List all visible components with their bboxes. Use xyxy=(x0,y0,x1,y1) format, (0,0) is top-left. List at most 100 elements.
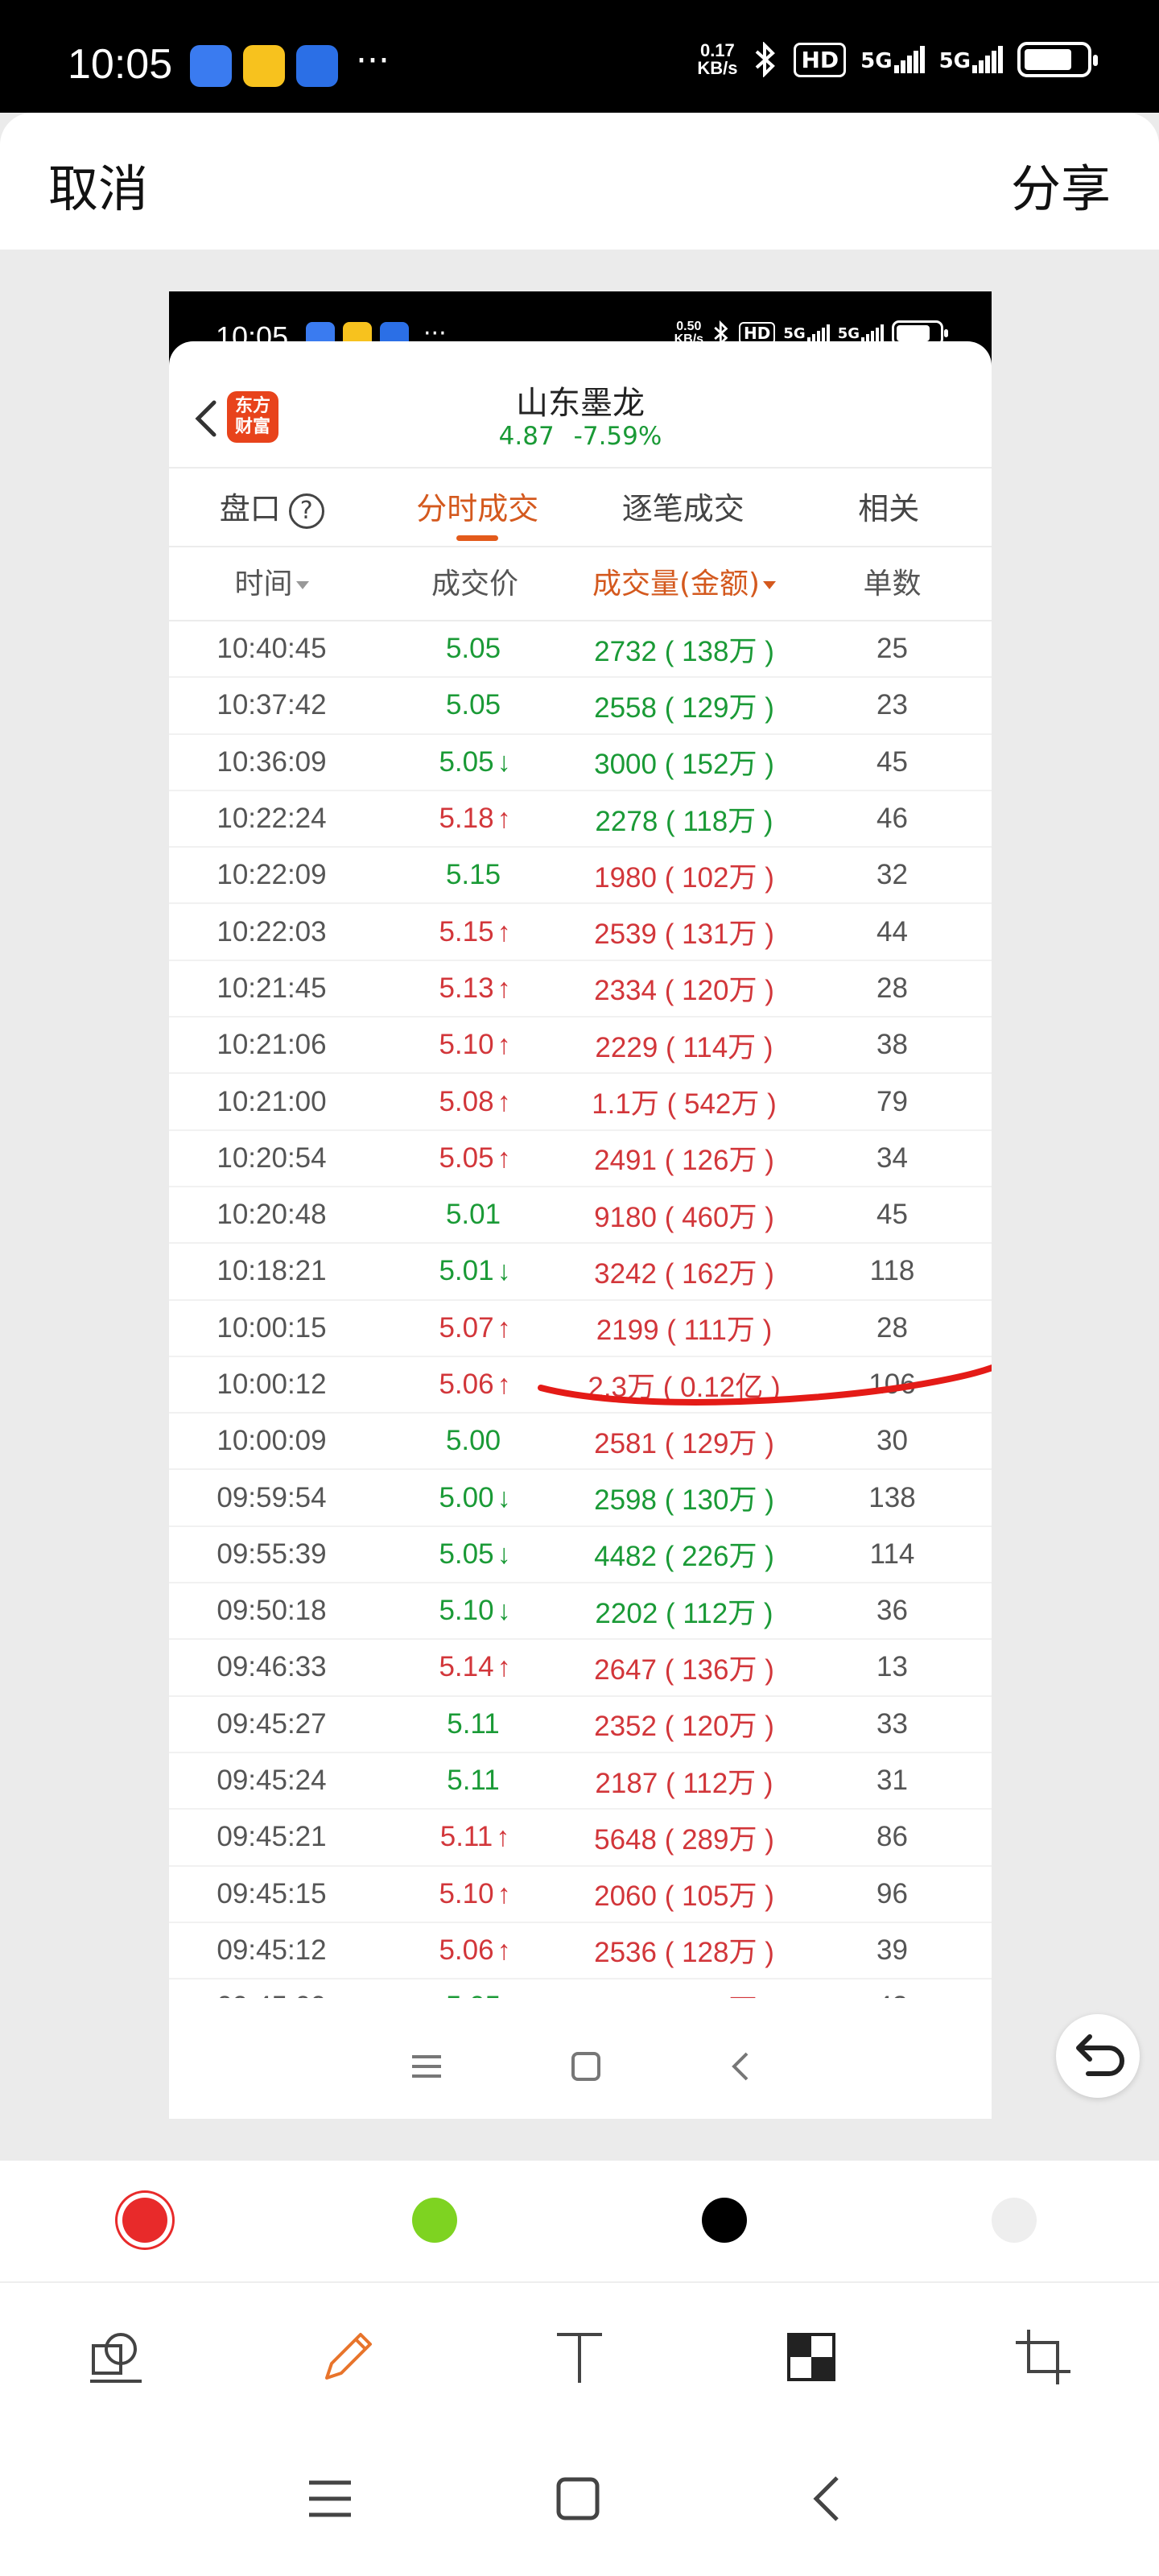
sort-caret-icon xyxy=(763,581,777,589)
table-row: 09:45:24 5.11 2187 ( 112万 ) 31 xyxy=(169,1753,992,1810)
trade-price: 5.10 ↑ xyxy=(439,1029,511,1061)
undo-icon xyxy=(1076,2034,1124,2076)
tab-pankou[interactable]: 盘口? xyxy=(169,469,375,546)
trade-time: 10:00:12 xyxy=(217,1368,327,1400)
trade-price: 5.15 xyxy=(445,859,501,891)
col-time[interactable]: 时间 xyxy=(169,547,374,620)
color-black-swatch[interactable] xyxy=(702,2198,747,2243)
trade-count: 28 xyxy=(876,1311,908,1344)
color-palette xyxy=(0,2161,1159,2283)
trade-count: 45 xyxy=(876,1199,908,1231)
tab-related[interactable]: 相关 xyxy=(786,469,992,546)
trade-volume: 2581 ( 129万 ) xyxy=(594,1427,774,1459)
trade-time: 10:40:45 xyxy=(217,633,327,665)
cancel-button[interactable]: 取消 xyxy=(48,148,148,221)
color-red-swatch[interactable] xyxy=(122,2198,167,2243)
status-right: 0.17 KB/s HD 5G 5G xyxy=(697,40,1098,78)
trade-price: 5.01 xyxy=(445,1199,501,1231)
undo-button[interactable] xyxy=(1056,2014,1140,2098)
chart-app-icon xyxy=(190,45,232,87)
trades-table[interactable]: 10:40:45 5.05 2732 ( 138万 ) 25 10:37:42 5.05 2… xyxy=(169,621,992,1998)
table-row: 10:22:24 5.18 ↑ 2278 ( 118万 ) 46 xyxy=(169,791,992,848)
table-row: 09:50:18 5.10 ↓ 2202 ( 112万 ) 36 xyxy=(169,1583,992,1641)
trade-count: 34 xyxy=(876,1141,908,1174)
trade-volume: 2539 ( 131万 ) xyxy=(594,919,774,951)
color-green-swatch[interactable] xyxy=(412,2198,457,2243)
trade-price: 5.05 xyxy=(445,633,501,665)
trade-arrow-icon: ↓ xyxy=(497,1538,511,1570)
trade-time: 10:20:48 xyxy=(217,1199,327,1231)
home-square-icon[interactable] xyxy=(554,2475,602,2523)
trade-time: 10:21:00 xyxy=(217,1085,327,1117)
color-white-swatch[interactable] xyxy=(992,2198,1037,2243)
menu-icon[interactable] xyxy=(306,2476,354,2521)
stock-change: -7.59% xyxy=(573,422,662,451)
help-icon[interactable]: ? xyxy=(288,493,324,529)
status-bar: 10:05 ··· 0.17 KB/s HD 5G 5G xyxy=(0,0,1159,113)
trade-price: 5.10 ↓ xyxy=(439,1595,511,1627)
trade-arrow-icon: ↑ xyxy=(497,972,511,1004)
trade-price: 5.05 ↓ xyxy=(439,745,511,778)
trade-count: 25 xyxy=(876,633,908,665)
share-button[interactable]: 分享 xyxy=(1011,148,1111,221)
trade-volume: 2229 ( 114万 ) xyxy=(595,1031,773,1063)
trade-price: 5.06 ↑ xyxy=(439,1368,511,1400)
trade-price: 5.05 xyxy=(445,689,501,721)
tab-time-trades[interactable]: 分时成交 xyxy=(375,469,581,546)
mosaic-icon[interactable] xyxy=(779,2325,843,2389)
pencil-icon[interactable] xyxy=(316,2325,380,2389)
trade-arrow-icon: ↑ xyxy=(497,1142,511,1174)
trade-arrow-icon: ↓ xyxy=(497,746,511,778)
trade-price: 5.00 ↓ xyxy=(439,1481,511,1513)
back-chevron-icon xyxy=(732,2052,749,2081)
back-chevron-icon[interactable] xyxy=(808,2473,843,2524)
crop-icon[interactable] xyxy=(1011,2325,1075,2389)
text-icon[interactable] xyxy=(547,2325,612,2389)
col-volume[interactable]: 成交量(金额) xyxy=(575,547,793,620)
tab-tick-trades[interactable]: 逐笔成交 xyxy=(580,469,786,546)
table-row: 10:22:09 5.15 1980 ( 102万 ) 32 xyxy=(169,848,992,905)
trade-arrow-icon: ↑ xyxy=(497,916,511,947)
table-row: 09:59:54 5.00 ↓ 2598 ( 130万 ) 138 xyxy=(169,1470,992,1527)
trade-count: 33 xyxy=(876,1707,908,1740)
trade-volume: 2647 ( 136万 ) xyxy=(594,1653,774,1686)
status-time: 10:05 xyxy=(68,41,173,88)
trade-time: 09:45:21 xyxy=(217,1821,327,1853)
table-row: 10:40:45 5.05 2732 ( 138万 ) 25 xyxy=(169,621,992,679)
trade-time: 10:18:21 xyxy=(217,1255,327,1287)
trade-volume: 2334 ( 120万 ) xyxy=(594,975,774,1007)
trade-time: 10:22:03 xyxy=(217,915,327,947)
trade-price: 5.13 ↑ xyxy=(439,972,511,1004)
mosaic-layers-icon[interactable] xyxy=(84,2325,148,2389)
trade-count: 79 xyxy=(876,1085,908,1117)
stock-name: 山东墨龙 xyxy=(516,385,645,422)
table-row: 10:00:12 5.06 ↑ 2.3万 ( 0.12亿 ) 106 xyxy=(169,1357,992,1414)
trade-price: 5.08 ↑ xyxy=(439,1085,511,1117)
signal-1-icon: 5G xyxy=(860,46,925,73)
trade-time: 10:21:06 xyxy=(217,1029,327,1061)
screenshot-canvas[interactable]: 10:05 ··· 0.50 KB/s HD 5G 5G 东方 财富 山东墨龙 4.… xyxy=(169,291,992,2119)
trade-volume: 2491 ( 126万 ) xyxy=(594,1145,774,1177)
trade-arrow-icon: ↓ xyxy=(497,1256,511,1287)
table-row: 09:45:15 5.10 ↑ 2060 ( 105万 ) 96 xyxy=(169,1867,992,1923)
trade-arrow-icon: ↑ xyxy=(497,1030,511,1061)
trade-count: 86 xyxy=(876,1821,908,1853)
trade-volume: 2558 ( 129万 ) xyxy=(594,691,774,724)
trade-time: 10:22:24 xyxy=(217,803,327,835)
trade-arrow-icon: ↑ xyxy=(497,1086,511,1117)
trade-count: 114 xyxy=(869,1538,915,1570)
trade-count: 96 xyxy=(876,1877,908,1909)
edit-toolbar xyxy=(0,2283,1159,2436)
network-speed: 0.17 KB/s xyxy=(697,40,738,78)
trade-time: 10:00:09 xyxy=(217,1425,327,1457)
trade-time: 10:37:42 xyxy=(217,689,327,721)
trade-volume: 1.1万 ( 542万 ) xyxy=(592,1088,777,1121)
trade-volume: 5648 ( 289万 ) xyxy=(594,1823,774,1856)
trade-price: 5.01 ↓ xyxy=(439,1255,511,1287)
trade-volume: 4482 ( 226万 ) xyxy=(594,1541,774,1573)
table-row: 09:45:21 5.11 ↑ 5648 ( 289万 ) 86 xyxy=(169,1810,992,1867)
trade-count: 28 xyxy=(876,972,908,1004)
more-dots-icon: ··· xyxy=(356,40,390,81)
stock-price: 4.87 xyxy=(498,422,555,451)
table-row: 09:45:27 5.11 2352 ( 120万 ) 33 xyxy=(169,1697,992,1753)
